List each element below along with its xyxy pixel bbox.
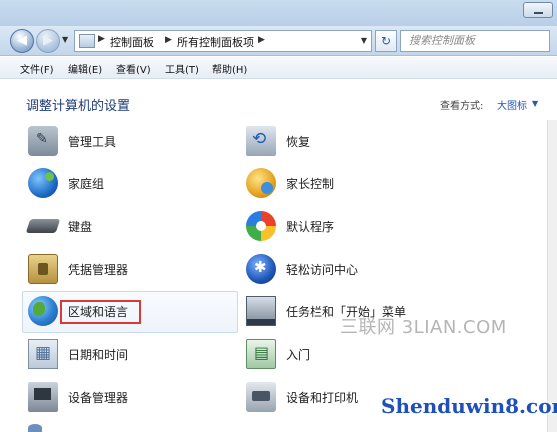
- item-label: 设备和打印机: [286, 391, 359, 405]
- breadcrumb-control-panel[interactable]: 控制面板: [110, 34, 154, 50]
- view-by-dropdown[interactable]: 大图标: [497, 97, 527, 112]
- breadcrumb-separator-icon[interactable]: ▶: [258, 35, 265, 45]
- menu-file[interactable]: 文件(F): [20, 61, 54, 76]
- chevron-down-icon[interactable]: ▼: [532, 99, 538, 108]
- parental-controls-icon: [246, 168, 276, 198]
- taskbar-start-menu-icon: [246, 296, 276, 326]
- item-label: 入门: [286, 348, 311, 362]
- menu-tools[interactable]: 工具(T): [165, 61, 199, 76]
- homegroup-icon: [28, 168, 58, 198]
- devices-printers-icon: [246, 382, 276, 412]
- partial-item-icon: [28, 424, 42, 432]
- recovery-icon: [246, 126, 276, 156]
- forward-arrow-icon[interactable]: ▶: [36, 29, 60, 53]
- keyboard-icon: [25, 219, 61, 233]
- window-title-bar: [0, 0, 557, 26]
- minimize-button[interactable]: [523, 2, 553, 18]
- search-input[interactable]: 搜索控制面板: [400, 30, 550, 52]
- getting-started-icon: [246, 339, 276, 369]
- device-manager-icon: [28, 382, 58, 412]
- ease-of-access-icon: [246, 254, 276, 284]
- watermark-text: 三联网 3LIAN.COM: [340, 317, 507, 338]
- recent-pages-dropdown-icon[interactable]: ▼: [62, 35, 68, 44]
- address-bar[interactable]: ▶ 控制面板 ▶ 所有控制面板项 ▶ ▼: [74, 30, 372, 52]
- breadcrumb-all-items[interactable]: 所有控制面板项: [177, 34, 254, 50]
- item-label: 家庭组: [68, 177, 105, 191]
- page-title: 调整计算机的设置: [26, 99, 131, 114]
- watermark-site: Shenduwin8.com: [381, 394, 557, 418]
- administrative-tools-icon: [28, 126, 58, 156]
- item-label: 设备管理器: [68, 391, 129, 405]
- menu-view[interactable]: 查看(V): [116, 61, 151, 76]
- refresh-icon[interactable]: ↻: [375, 30, 397, 52]
- item-label: 默认程序: [286, 220, 335, 234]
- view-by-label: 查看方式:: [440, 101, 484, 112]
- item-label: 恢复: [286, 135, 311, 149]
- control-panel-icon: [79, 34, 95, 48]
- address-history-dropdown-icon[interactable]: ▼: [361, 36, 367, 45]
- item-label: 键盘: [68, 220, 93, 234]
- item-label: 凭据管理器: [68, 263, 129, 277]
- item-label: 管理工具: [68, 135, 117, 149]
- vertical-scrollbar[interactable]: [547, 120, 557, 432]
- breadcrumb-separator-icon[interactable]: ▶: [165, 35, 172, 45]
- item-label: 日期和时间: [68, 348, 129, 362]
- menu-help[interactable]: 帮助(H): [212, 61, 247, 76]
- region-language-globe-icon: [28, 296, 58, 326]
- credential-manager-icon: [28, 254, 58, 284]
- breadcrumb-separator-icon[interactable]: ▶: [98, 34, 105, 44]
- default-programs-icon: [246, 211, 276, 241]
- navigation-bar: ◀ ▶ ▼ ▶ 控制面板 ▶ 所有控制面板项 ▶ ▼ ↻ 搜索控制面板: [0, 26, 557, 56]
- back-arrow-icon[interactable]: ◀: [10, 29, 34, 53]
- menu-bar: 文件(F) 编辑(E) 查看(V) 工具(T) 帮助(H): [0, 57, 557, 79]
- item-label: 轻松访问中心: [286, 263, 359, 277]
- date-time-icon: [28, 339, 58, 369]
- item-label: 家长控制: [286, 177, 335, 191]
- menu-edit[interactable]: 编辑(E): [68, 61, 102, 76]
- red-annotation-box: [60, 300, 141, 324]
